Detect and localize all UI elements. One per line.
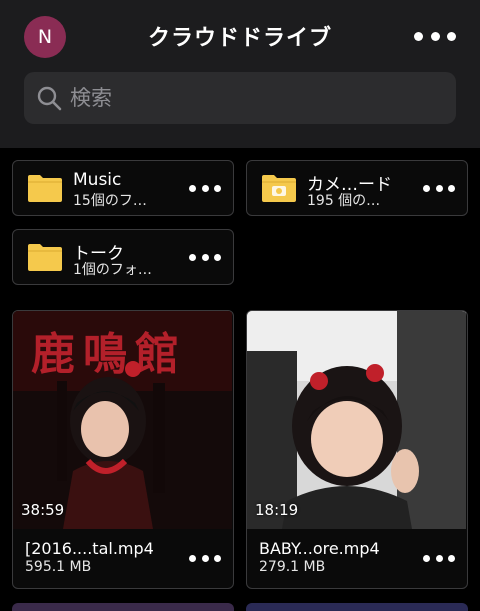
svg-text:館: 館: [135, 329, 179, 380]
more-horizontal-icon[interactable]: [189, 551, 221, 565]
more-horizontal-icon[interactable]: [189, 181, 221, 195]
video-card-partial[interactable]: [12, 603, 234, 611]
folder-subtitle: 195 個の…: [307, 193, 381, 209]
video-thumbnail[interactable]: 18:19: [247, 311, 466, 529]
video-card[interactable]: 鹿 鳴 館 38:59 [2016....tal.mp4 595.1 MB: [12, 310, 234, 589]
video-duration: 38:59: [21, 501, 65, 519]
folder-item-music[interactable]: Music 15個のフ…: [12, 160, 234, 216]
folder-subtitle: 15個のフ…: [73, 193, 147, 209]
folder-name: Music: [73, 170, 122, 190]
camera-folder-icon: [262, 175, 296, 202]
folder-item-talk[interactable]: トーク 1個のフォ…: [12, 229, 234, 285]
folder-subtitle: 1個のフォ…: [73, 262, 152, 278]
video-duration: 18:19: [255, 501, 299, 519]
video-card-partial[interactable]: [246, 603, 468, 611]
top-bar: N クラウドドライブ: [0, 0, 480, 148]
folder-icon: [28, 244, 62, 271]
file-name: [2016....tal.mp4: [25, 539, 154, 558]
search-input[interactable]: [70, 86, 410, 110]
more-horizontal-icon[interactable]: [423, 551, 455, 565]
more-horizontal-icon[interactable]: [189, 250, 221, 264]
search-bar[interactable]: [24, 72, 456, 124]
thumbnail-image: [247, 311, 466, 529]
video-thumbnail[interactable]: 鹿 鳴 館 38:59: [13, 311, 232, 529]
page-title: クラウドドライブ: [147, 26, 332, 51]
svg-text:鳴: 鳴: [83, 329, 127, 380]
file-size: 279.1 MB: [259, 559, 326, 575]
folder-item-camera[interactable]: カメ…ード 195 個の…: [246, 160, 468, 216]
file-name: BABY...ore.mp4: [259, 539, 380, 558]
folder-icon: [28, 175, 62, 202]
svg-text:鹿: 鹿: [31, 329, 75, 380]
more-horizontal-icon[interactable]: [414, 22, 456, 50]
video-card[interactable]: 18:19 BABY...ore.mp4 279.1 MB: [246, 310, 468, 589]
more-horizontal-icon[interactable]: [423, 181, 455, 195]
file-size: 595.1 MB: [25, 559, 92, 575]
thumbnail-image: 鹿 鳴 館: [13, 311, 232, 529]
search-icon: [37, 86, 62, 111]
